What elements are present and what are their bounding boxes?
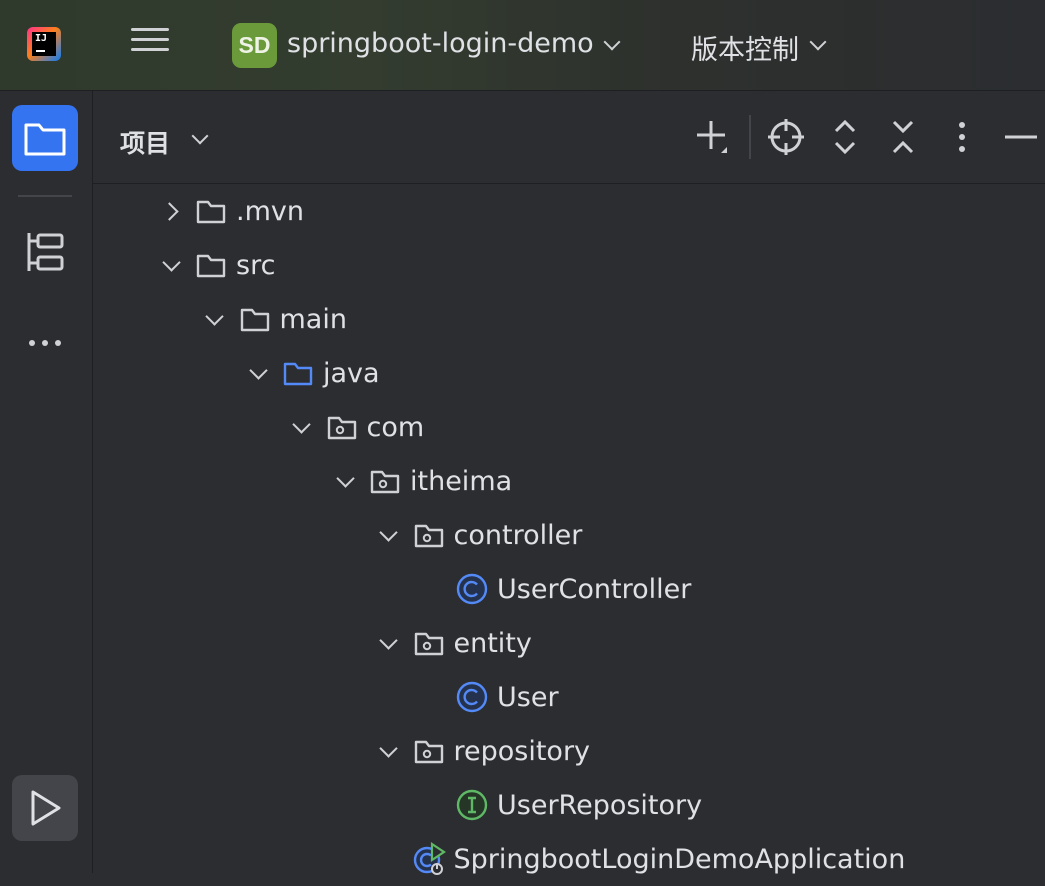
package-icon: [325, 410, 359, 444]
more-tool-windows-button[interactable]: [12, 309, 78, 375]
chevron-down-icon[interactable]: [191, 127, 209, 145]
package-icon: [412, 518, 446, 552]
chevron-right-icon[interactable]: [159, 200, 182, 222]
class-icon: [455, 572, 489, 606]
toolbar-divider: [749, 115, 751, 159]
tree-item-label: itheima: [410, 465, 513, 497]
class-icon: [455, 680, 489, 714]
tree-item[interactable]: UserController: [421, 562, 691, 616]
structure-icon: [27, 233, 64, 271]
project-badge[interactable]: SD: [232, 23, 277, 68]
tree-item[interactable]: UserRepository: [421, 778, 702, 832]
add-icon[interactable]: [691, 115, 735, 159]
tree-item-label: java: [323, 357, 380, 389]
project-tree: .mvn src main java com itheima controller UserC…: [93, 184, 1045, 875]
more-horizontal-icon: [29, 340, 61, 346]
collapse-all-icon[interactable]: [881, 115, 925, 159]
chevron-down-icon[interactable]: [603, 33, 621, 51]
tree-item-label: .mvn: [236, 195, 304, 227]
project-tool-button[interactable]: [12, 105, 78, 171]
tree-item-label: SpringbootLoginDemoApplication: [453, 843, 906, 875]
tree-item[interactable]: controller: [378, 508, 583, 562]
package-icon: [412, 734, 446, 768]
tree-item[interactable]: com: [291, 400, 425, 454]
minimize-icon[interactable]: [999, 115, 1043, 159]
chevron-down-icon[interactable]: [378, 630, 400, 654]
chevron-down-icon[interactable]: [809, 33, 827, 51]
tree-item[interactable]: User: [421, 670, 559, 724]
locate-icon[interactable]: [764, 115, 808, 159]
tree-item-label: UserController: [497, 573, 692, 605]
panel-title[interactable]: 项目: [120, 124, 170, 160]
more-icon[interactable]: [940, 115, 984, 159]
interface-icon: [455, 788, 489, 822]
tree-item-label: main: [279, 303, 347, 335]
tree-item[interactable]: entity: [378, 616, 532, 670]
run-tool-button[interactable]: [12, 775, 78, 841]
tree-item-label: User: [497, 681, 559, 713]
intellij-logo-icon[interactable]: IJ: [27, 27, 61, 61]
chevron-down-icon[interactable]: [378, 738, 400, 762]
tree-item[interactable]: src: [160, 238, 275, 292]
source-folder-icon: [281, 356, 315, 390]
folder-icon: [238, 302, 272, 336]
tree-item-label: UserRepository: [497, 789, 703, 821]
vcs-dropdown[interactable]: 版本控制: [691, 28, 799, 67]
spring-boot-class-icon: [412, 841, 446, 876]
tree-item[interactable]: .mvn: [159, 184, 304, 238]
chevron-down-icon[interactable]: [291, 414, 313, 438]
tree-item[interactable]: repository: [378, 724, 591, 778]
tree-item-label: controller: [453, 519, 583, 551]
package-icon: [368, 464, 402, 498]
chevron-down-icon[interactable]: [334, 468, 356, 492]
folder-icon: [194, 194, 228, 228]
tree-item[interactable]: main: [204, 292, 347, 346]
tree-item-label: entity: [453, 627, 532, 659]
chevron-down-icon[interactable]: [247, 360, 269, 384]
tree-item-label: com: [366, 411, 425, 443]
chevron-down-icon[interactable]: [378, 522, 400, 546]
tool-window-strip: [0, 91, 93, 873]
run-icon: [31, 790, 61, 826]
main-menu-icon[interactable]: [131, 28, 169, 62]
folder-icon: [24, 123, 66, 156]
tree-item[interactable]: SpringbootLoginDemoApplication: [378, 832, 906, 886]
package-icon: [412, 626, 446, 660]
tree-item[interactable]: java: [247, 346, 380, 400]
strip-divider: [18, 195, 72, 197]
project-name-dropdown[interactable]: springboot-login-demo: [287, 28, 594, 59]
tree-item-label: src: [236, 249, 276, 281]
folder-icon: [194, 248, 228, 282]
chevron-down-icon[interactable]: [160, 252, 182, 276]
tree-item[interactable]: itheima: [334, 454, 512, 508]
structure-tool-button[interactable]: [12, 219, 78, 285]
tree-item-label: repository: [453, 735, 591, 767]
chevron-down-icon[interactable]: [204, 306, 226, 330]
expand-all-icon[interactable]: [823, 115, 867, 159]
project-panel-header: 项目: [93, 91, 1045, 184]
title-bar: IJ SD springboot-login-demo 版本控制: [0, 0, 1045, 91]
